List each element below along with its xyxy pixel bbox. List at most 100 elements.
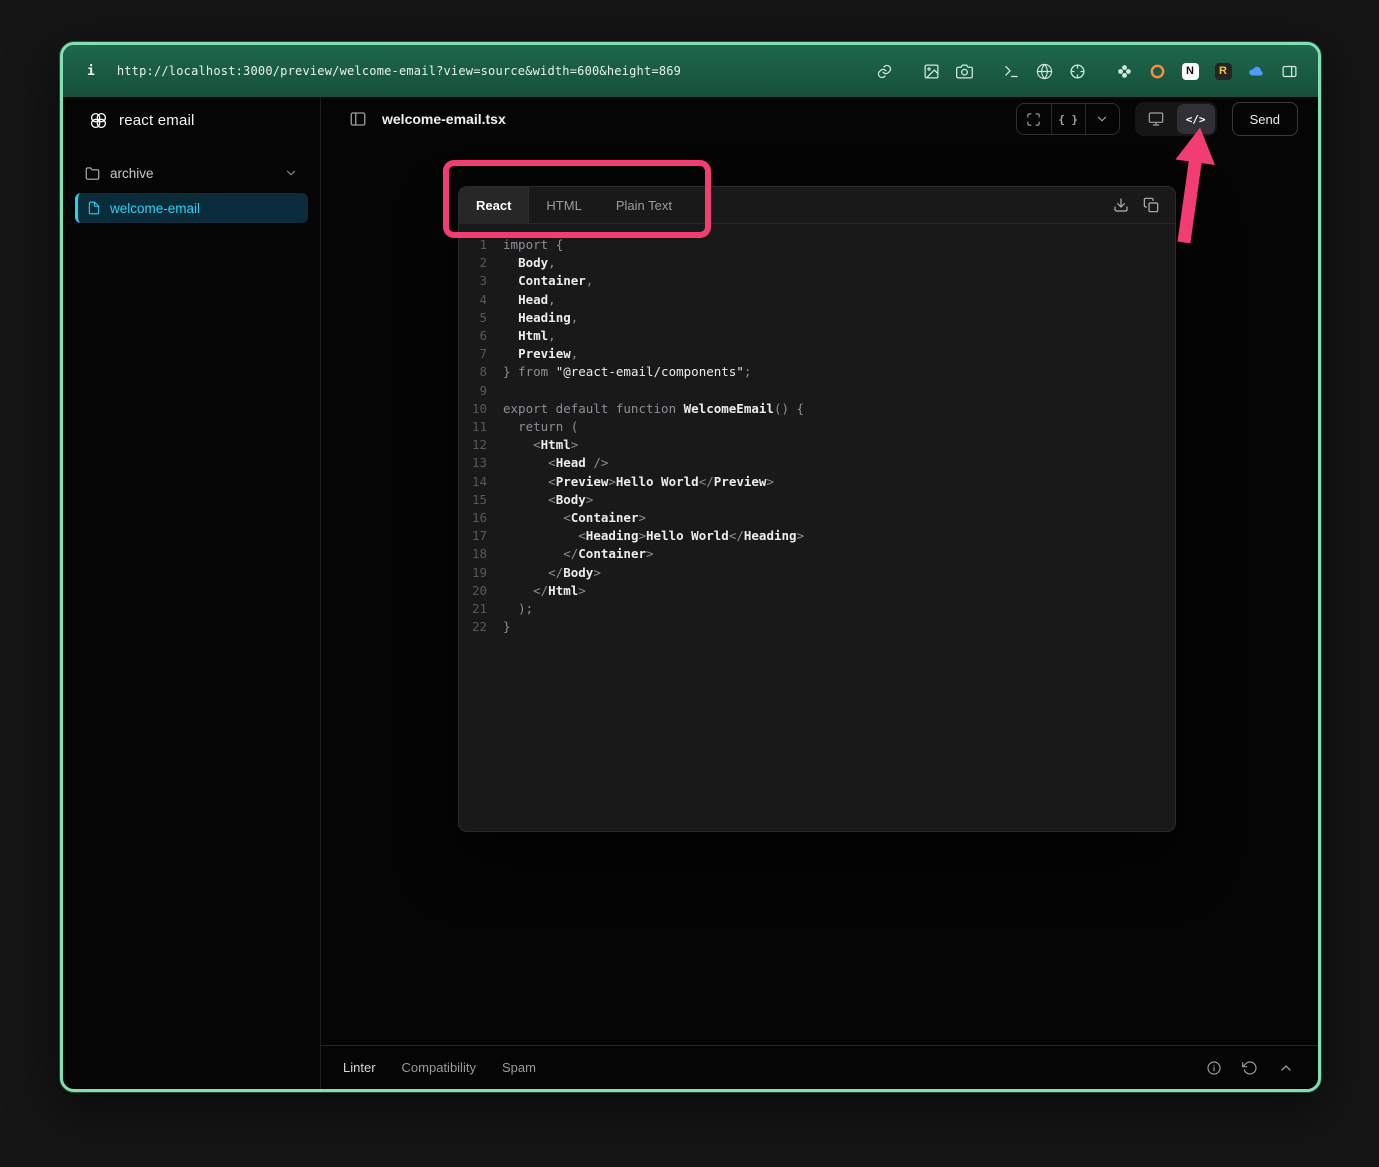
code-line: 7 Preview, [459,345,1175,363]
tab-react[interactable]: React [459,187,529,223]
notion-badge-letter: N [1182,63,1199,80]
notion-extension-icon[interactable]: N [1181,62,1199,80]
camera-icon[interactable] [955,62,973,80]
line-number: 10 [459,400,487,418]
browser-chrome: i http://localhost:3000/preview/welcome-… [63,45,1318,97]
download-icon[interactable] [1113,197,1129,213]
globe-icon[interactable] [1035,62,1053,80]
info-icon[interactable] [1206,1060,1222,1076]
sidebar-item-welcome-email[interactable]: welcome-email [75,193,308,223]
cloud-icon[interactable] [1247,62,1265,80]
code-line: 15 <Body> [459,491,1175,509]
line-number: 4 [459,291,487,309]
folder-label: archive [110,166,154,181]
split-view-icon[interactable] [1280,62,1298,80]
desktop-background: i http://localhost:3000/preview/welcome-… [0,0,1379,1167]
line-content: </Html> [503,582,586,600]
screenshot-icon[interactable] [922,62,940,80]
line-content: Body, [503,254,556,272]
code-line: 13 <Head /> [459,454,1175,472]
code-line: 10export default function WelcomeEmail()… [459,400,1175,418]
line-number: 20 [459,582,487,600]
tab-plain-text[interactable]: Plain Text [599,187,689,223]
desktop-view-button[interactable] [1137,104,1175,134]
line-number: 7 [459,345,487,363]
line-content: <Html> [503,436,578,454]
sidebar-folder-archive[interactable]: archive [75,157,308,189]
sidebar-nav: archive welcome-email [63,143,320,223]
header-actions: { } </> [1016,102,1298,136]
line-content: </Container> [503,545,654,563]
sidebar-toggle-icon[interactable] [349,110,367,128]
code-line: 2 Body, [459,254,1175,272]
line-content: } [503,618,511,636]
line-number: 8 [459,363,487,381]
crosshair-icon[interactable] [1068,62,1086,80]
line-number: 12 [459,436,487,454]
footer-tab-linter[interactable]: Linter [343,1060,376,1075]
tab-html[interactable]: HTML [529,187,598,223]
line-content: <Preview>Hello World</Preview> [503,473,774,491]
view-mode-group: </> [1135,102,1217,136]
line-number: 17 [459,527,487,545]
clover-icon[interactable] [1115,62,1133,80]
props-button[interactable]: { } [1051,104,1085,134]
code-line: 1import { [459,236,1175,254]
favicon-glyph: i [87,64,95,79]
line-content: <Container> [503,509,646,527]
line-content: <Head /> [503,454,608,472]
line-number: 2 [459,254,487,272]
code-line: 12 <Html> [459,436,1175,454]
code-line: 14 <Preview>Hello World</Preview> [459,473,1175,491]
line-number: 16 [459,509,487,527]
react-email-logo-icon [89,111,108,130]
main-area: welcome-email.tsx { } [321,97,1318,1089]
footer-tab-spam[interactable]: Spam [502,1060,536,1075]
send-button[interactable]: Send [1232,102,1298,136]
code-line: 22} [459,618,1175,636]
line-number: 3 [459,272,487,290]
source-view-button[interactable]: </> [1177,104,1215,134]
chevron-down-icon[interactable] [284,166,298,180]
line-number: 14 [459,473,487,491]
code-line: 20 </Html> [459,582,1175,600]
line-content: Html, [503,327,556,345]
link-icon[interactable] [875,62,893,80]
brand-name: react email [119,112,195,129]
code-line: 18 </Container> [459,545,1175,563]
code-lines: 1import {2 Body,3 Container,4 Head,5 Hea… [459,224,1175,636]
chrome-icon-row: N R [875,62,1298,80]
code-panel-tab-bar: ReactHTMLPlain Text [459,187,1175,224]
code-line: 11 return ( [459,418,1175,436]
line-content: </Body> [503,564,601,582]
ring-icon[interactable] [1148,62,1166,80]
r-extension-icon[interactable]: R [1214,62,1232,80]
copy-icon[interactable] [1143,197,1159,213]
footer-tab-compatibility[interactable]: Compatibility [402,1060,476,1075]
brand: react email [63,97,320,143]
code-panel: ReactHTMLPlain Text 1import {2 Body,3 Co… [458,186,1176,832]
main-header: welcome-email.tsx { } [321,97,1318,141]
chevron-up-icon[interactable] [1278,1060,1294,1076]
code-line: 17 <Heading>Hello World</Heading> [459,527,1175,545]
reset-icon[interactable] [1242,1060,1258,1076]
line-content: Heading, [503,309,578,327]
terminal-icon[interactable] [1002,62,1020,80]
line-content: } from "@react-email/components"; [503,363,751,381]
file-icon [87,201,101,215]
code-panel-actions [1113,187,1175,223]
code-line: 9 [459,382,1175,400]
frame-size-button[interactable] [1017,104,1051,134]
line-number: 9 [459,382,487,400]
footer-actions [1206,1060,1294,1076]
line-content: return ( [503,418,578,436]
code-icon: </> [1186,113,1206,126]
line-content: <Heading>Hello World</Heading> [503,527,804,545]
line-number: 19 [459,564,487,582]
size-dropdown-chevron[interactable] [1085,104,1119,134]
address-bar[interactable]: http://localhost:3000/preview/welcome-em… [117,64,681,78]
page-title: welcome-email.tsx [382,111,506,127]
line-number: 5 [459,309,487,327]
code-line: 3 Container, [459,272,1175,290]
line-number: 22 [459,618,487,636]
